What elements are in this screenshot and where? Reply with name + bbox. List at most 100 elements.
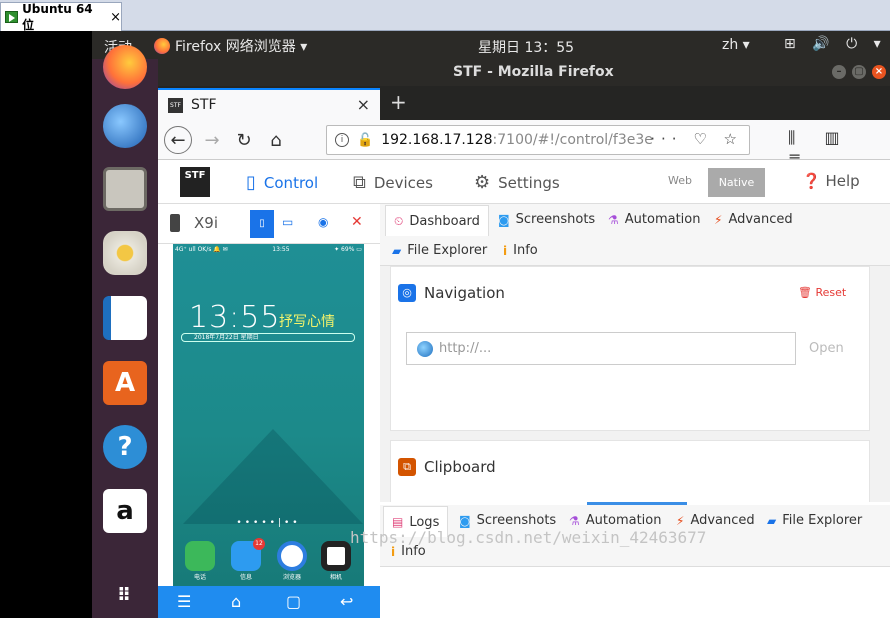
thunderbird-dock-icon[interactable] [103, 104, 147, 148]
clipboard-title-label: Clipboard [424, 458, 496, 476]
device-panel: X9i ▯ ▭ ◉ ✕ 4G⁺ ull OK/s 🔔 ✉ 13:55 ✦ 69%… [158, 204, 380, 618]
minimize-icon[interactable]: – [832, 65, 846, 79]
close-tab-icon[interactable]: × [357, 95, 370, 114]
tab-label: Automation [585, 513, 662, 528]
nav-settings-label: Settings [498, 173, 560, 192]
nav-control[interactable]: ▯ Control [246, 172, 318, 193]
tab-label: File Explorer [407, 243, 488, 258]
eye-icon[interactable]: ◉ [318, 215, 328, 229]
navigation-title: ◎ Navigation [398, 284, 505, 302]
flask-icon: ⚗ [608, 212, 619, 227]
tab-automation-bottom[interactable]: ⚗ Automation [569, 513, 661, 528]
tab-label: Advanced [690, 513, 755, 528]
app-label: 电话 [193, 574, 206, 581]
globe-icon [417, 340, 433, 357]
reload-button[interactable]: ↻ [230, 126, 258, 154]
navigation-url-input[interactable]: http://... [406, 332, 796, 365]
close-window-icon[interactable]: × [872, 65, 886, 79]
landscape-rotate-button[interactable]: ▭ [282, 215, 293, 229]
open-url-button[interactable]: Open [809, 341, 844, 356]
app-menu[interactable]: Firefox 网络浏览器 ▾ [154, 36, 307, 56]
web-toggle-button[interactable]: Web [668, 174, 692, 187]
clock[interactable]: 星期日 13：55 [478, 37, 574, 57]
tab-file-explorer-bottom[interactable]: ▰ File Explorer [767, 513, 862, 528]
phone-app-icon[interactable] [185, 541, 215, 571]
folder-icon: ▰ [392, 243, 402, 258]
nav-settings[interactable]: ⚙ Settings [474, 172, 560, 193]
tab-label: Automation [624, 212, 701, 227]
lockscreen-time: 13:55 [189, 300, 281, 335]
nav-control-label: Control [263, 173, 319, 192]
camera-app-icon[interactable] [321, 541, 351, 571]
tab-screenshots-bottom[interactable]: ◙ Screenshots [459, 513, 556, 528]
native-toggle-button[interactable]: Native [708, 168, 765, 197]
menu-button[interactable]: ☰ [177, 592, 191, 611]
insecure-lock-icon: 🔓 [357, 132, 374, 148]
tab-screenshots[interactable]: ◙ Screenshots [498, 212, 595, 227]
device-name: X9i [194, 214, 218, 232]
software-center-dock-icon[interactable]: A [103, 361, 147, 405]
url-bar[interactable]: i 🔓 192.168.17.128 :7100/#!/control/f3e3… [326, 125, 750, 155]
help-dock-icon[interactable]: ? [103, 425, 147, 469]
nav-help-label: Help [825, 172, 860, 190]
tab-advanced-bottom[interactable]: ⚡ Advanced [676, 513, 755, 528]
vm-tab-strip: Ubuntu 64 位 × [0, 0, 890, 32]
recents-button[interactable]: ▢ [286, 592, 301, 611]
back-device-button[interactable]: ↩ [340, 592, 353, 611]
stop-using-close-icon[interactable]: ✕ [351, 214, 363, 230]
files-dock-icon[interactable] [103, 167, 147, 211]
dashboard-content: ◎ Navigation 🗑 Reset http://... Open ⧉ Cli… [380, 266, 890, 502]
nav-help[interactable]: ❓ Help [802, 172, 860, 190]
page-actions-icon[interactable]: ··· ♡ ☆ [650, 130, 743, 148]
logs-icon: ▤ [392, 515, 404, 529]
tab-dashboard[interactable]: ⏲ Dashboard [385, 205, 489, 236]
browser-app-icon[interactable] [277, 541, 307, 571]
forward-button[interactable]: → [198, 126, 226, 154]
reset-button[interactable]: 🗑 Reset [798, 286, 846, 299]
sitemap-icon: ⧉ [353, 172, 366, 193]
clipboard-card: ⧉ Clipboard [390, 440, 870, 502]
vm-tab-close-icon[interactable]: × [110, 10, 121, 25]
portrait-rotate-button[interactable]: ▯ [250, 210, 274, 238]
status-right: ✦ 69% ▭ [334, 246, 362, 253]
show-apps-icon[interactable]: ⠿ [103, 573, 147, 617]
amazon-dock-icon[interactable]: a [103, 489, 147, 533]
navigation-card: ◎ Navigation 🗑 Reset http://... Open [390, 266, 870, 431]
maximize-icon[interactable]: ▢ [852, 65, 866, 79]
tab-advanced[interactable]: ⚡ Advanced [714, 212, 793, 227]
site-info-icon[interactable]: i [335, 133, 349, 147]
tab-automation[interactable]: ⚗ Automation [608, 212, 700, 227]
home-device-button[interactable]: ⌂ [231, 592, 241, 611]
status-time: 13:55 [272, 246, 290, 253]
vm-tab-label: Ubuntu 64 位 [22, 1, 93, 32]
clipboard-icon: ⧉ [398, 458, 416, 476]
app-menu-label: Firefox 网络浏览器 ▾ [175, 39, 308, 55]
url-path: :7100/#!/control/f3e3e [492, 132, 653, 148]
mobile-icon: ▯ [246, 172, 256, 193]
device-screen[interactable]: 4G⁺ ull OK/s 🔔 ✉ 13:55 ✦ 69% ▭ 13:55 抒写心… [173, 244, 364, 586]
dashboard-icon: ⏲ [394, 213, 404, 228]
back-button[interactable]: ← [164, 126, 192, 154]
firefox-icon [154, 38, 170, 54]
new-tab-button[interactable]: + [390, 90, 407, 114]
navigation-title-label: Navigation [424, 284, 505, 302]
rhythmbox-dock-icon[interactable] [103, 231, 147, 275]
gears-icon: ⚙ [474, 172, 491, 193]
bolt-icon: ⚡ [676, 513, 685, 528]
firefox-dock-icon[interactable] [103, 45, 147, 89]
tab-file-explorer[interactable]: ▰ File Explorer [392, 243, 487, 258]
vm-tab[interactable]: Ubuntu 64 位 × [0, 1, 122, 32]
stf-logo[interactable]: STF [180, 167, 210, 197]
stf-navbar: STF ▯ Control ⧉ Devices ⚙ Settings Web Nati… [158, 160, 890, 204]
system-tray[interactable]: ⊞ 🔊 ⏻ ▾ [784, 36, 887, 52]
writer-dock-icon[interactable] [103, 296, 147, 340]
tab-info[interactable]: i Info [503, 243, 538, 258]
device-phone-icon [170, 214, 180, 232]
tab-label: Screenshots [515, 212, 596, 227]
nav-devices[interactable]: ⧉ Devices [353, 172, 433, 193]
home-button[interactable]: ⌂ [262, 126, 290, 154]
tab-strip: STF STF × + [158, 86, 890, 120]
input-language[interactable]: zh ▾ [722, 37, 750, 53]
tab-label: Screenshots [476, 513, 557, 528]
browser-tab-stf[interactable]: STF STF × [158, 88, 380, 120]
